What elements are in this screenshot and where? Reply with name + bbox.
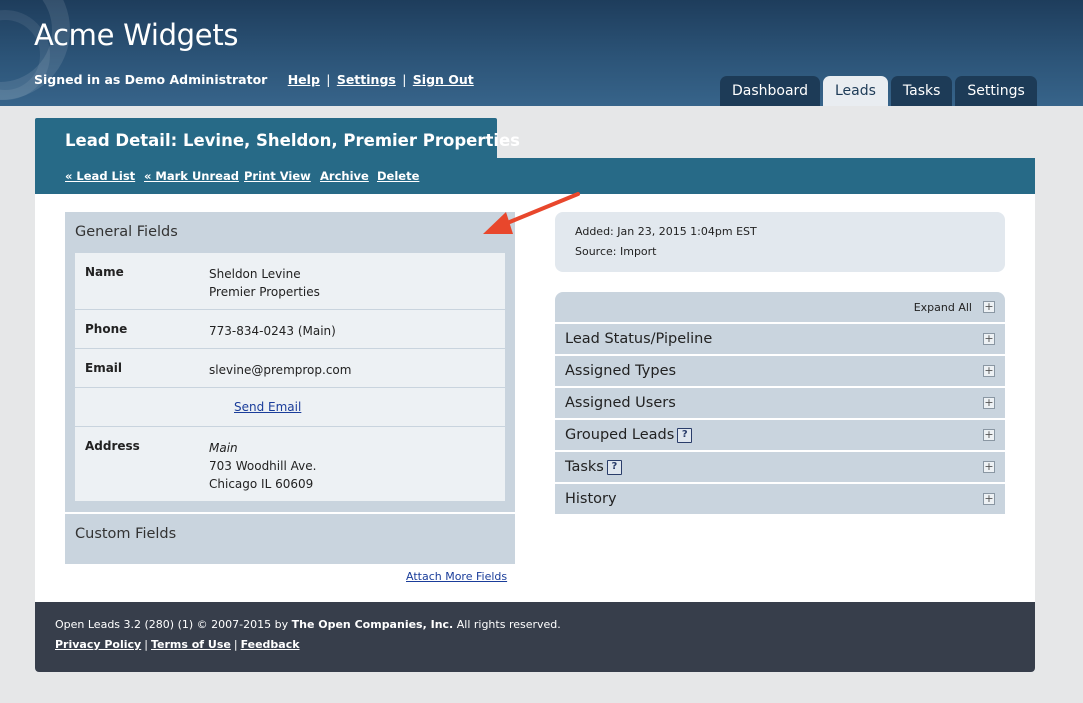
- attach-more-fields-link[interactable]: Attach More Fields: [406, 570, 507, 583]
- field-value-name: Sheldon Levine Premier Properties: [209, 265, 320, 301]
- lead-list-link[interactable]: « Lead List: [65, 169, 135, 183]
- section-grouped-leads[interactable]: Grouped Leads? +: [555, 420, 1005, 450]
- footer-separator: |: [233, 638, 238, 651]
- tab-dashboard[interactable]: Dashboard: [720, 76, 820, 106]
- field-label: Phone: [85, 322, 128, 336]
- page-title: Lead Detail: Levine, Sheldon, Premier Pr…: [65, 131, 521, 150]
- custom-fields-header: Custom Fields: [75, 526, 177, 542]
- privacy-policy-link[interactable]: Privacy Policy: [55, 638, 141, 651]
- settings-link[interactable]: Settings: [337, 72, 396, 87]
- archive-link[interactable]: Archive: [320, 169, 369, 183]
- mark-unread-link[interactable]: « Mark Unread: [144, 169, 239, 183]
- section-label: Lead Status/Pipeline: [565, 331, 713, 347]
- general-fields-panel: General Fields Name Sheldon Levine Premi…: [65, 212, 515, 512]
- page-footer: Open Leads 3.2 (280) (1) © 2007-2015 by …: [35, 602, 1035, 672]
- section-history[interactable]: History +: [555, 484, 1005, 514]
- lead-source: Source: Import: [575, 245, 657, 258]
- footer-rights: All rights reserved.: [456, 618, 561, 631]
- tab-settings[interactable]: Settings: [955, 76, 1037, 106]
- expand-all-bar: Expand All +: [555, 292, 1005, 322]
- sign-out-link[interactable]: Sign Out: [413, 72, 474, 87]
- expand-all-label: Expand All: [913, 301, 972, 314]
- expand-all-icon[interactable]: +: [983, 301, 995, 313]
- address-type: Main: [209, 441, 238, 455]
- name-line: Sheldon Levine: [209, 267, 301, 281]
- user-bar: Signed in as Demo Administrator Help | S…: [34, 72, 474, 87]
- user-link-separator: |: [326, 72, 331, 87]
- field-row-phone: Phone 773-834-0243 (Main): [75, 310, 505, 349]
- section-label-text: Tasks: [565, 459, 604, 475]
- section-label: Grouped Leads?: [565, 427, 693, 443]
- section-lead-status-pipeline[interactable]: Lead Status/Pipeline +: [555, 324, 1005, 354]
- footer-copyright: Open Leads 3.2 (280) (1) © 2007-2015 by …: [55, 618, 561, 631]
- section-tasks[interactable]: Tasks? +: [555, 452, 1005, 482]
- user-link-separator: |: [402, 72, 407, 87]
- section-assigned-types[interactable]: Assigned Types +: [555, 356, 1005, 386]
- expand-icon[interactable]: +: [983, 397, 995, 409]
- footer-version: Open Leads 3.2 (280) (1) © 2007-2015 by: [55, 618, 289, 631]
- field-row-name: Name Sheldon Levine Premier Properties: [75, 253, 505, 310]
- expand-icon[interactable]: +: [983, 429, 995, 441]
- tab-tasks[interactable]: Tasks: [890, 76, 953, 106]
- expand-icon[interactable]: +: [983, 365, 995, 377]
- footer-links: Privacy Policy | Terms of Use | Feedback: [55, 638, 300, 651]
- app-header: Acme Widgets Signed in as Demo Administr…: [0, 0, 1083, 106]
- field-row-email: Email slevine@premprop.com: [75, 349, 505, 388]
- footer-company: The Open Companies, Inc.: [291, 618, 454, 631]
- added-date: Added: Jan 23, 2015 1:04pm EST: [575, 225, 757, 238]
- field-row-send-email: Send Email: [75, 388, 505, 427]
- section-label: Assigned Users: [565, 395, 676, 411]
- field-label: Address: [85, 439, 140, 453]
- custom-fields-panel: Custom Fields: [65, 514, 515, 564]
- feedback-link[interactable]: Feedback: [241, 638, 300, 651]
- field-label: Email: [85, 361, 123, 375]
- field-value-phone: 773-834-0243 (Main): [209, 324, 336, 338]
- app-title: Acme Widgets: [34, 18, 239, 52]
- help-icon[interactable]: ?: [677, 427, 693, 443]
- section-label: Tasks?: [565, 459, 622, 475]
- lead-action-bar: « Lead List « Mark Unread Print View Arc…: [35, 158, 1035, 194]
- address-line: 703 Woodhill Ave.: [209, 459, 317, 473]
- section-assigned-users[interactable]: Assigned Users +: [555, 388, 1005, 418]
- terms-of-use-link[interactable]: Terms of Use: [151, 638, 231, 651]
- help-icon[interactable]: ?: [606, 459, 622, 475]
- lead-info-box: Added: Jan 23, 2015 1:04pm EST Source: I…: [555, 212, 1005, 272]
- help-link[interactable]: Help: [288, 72, 320, 87]
- field-label: Name: [85, 265, 124, 279]
- signed-in-text: Signed in as Demo Administrator: [34, 72, 268, 87]
- field-value-address: Main 703 Woodhill Ave. Chicago IL 60609: [209, 439, 316, 493]
- expand-icon[interactable]: +: [983, 461, 995, 473]
- expand-icon[interactable]: +: [983, 333, 995, 345]
- field-value-email: slevine@premprop.com: [209, 363, 352, 377]
- company-line: Premier Properties: [209, 285, 320, 299]
- lead-detail-tab: Lead Detail: Levine, Sheldon, Premier Pr…: [35, 118, 520, 160]
- delete-link[interactable]: Delete: [377, 169, 419, 183]
- footer-separator: |: [144, 638, 148, 651]
- general-fields-table: Name Sheldon Levine Premier Properties P…: [75, 253, 505, 501]
- main-tabs: Dashboard Leads Tasks Settings: [720, 76, 1037, 106]
- address-line: Chicago IL 60609: [209, 477, 314, 491]
- tab-leads[interactable]: Leads: [822, 76, 888, 106]
- section-label-text: Grouped Leads: [565, 427, 675, 443]
- section-label: History: [565, 491, 617, 507]
- send-email-link[interactable]: Send Email: [234, 400, 301, 414]
- print-view-link[interactable]: Print View: [244, 169, 311, 183]
- field-row-address: Address Main 703 Woodhill Ave. Chicago I…: [75, 427, 505, 501]
- lead-content: General Fields Name Sheldon Levine Premi…: [35, 194, 1035, 602]
- expand-icon[interactable]: +: [983, 493, 995, 505]
- section-label: Assigned Types: [565, 363, 677, 379]
- general-fields-header: General Fields: [75, 224, 178, 240]
